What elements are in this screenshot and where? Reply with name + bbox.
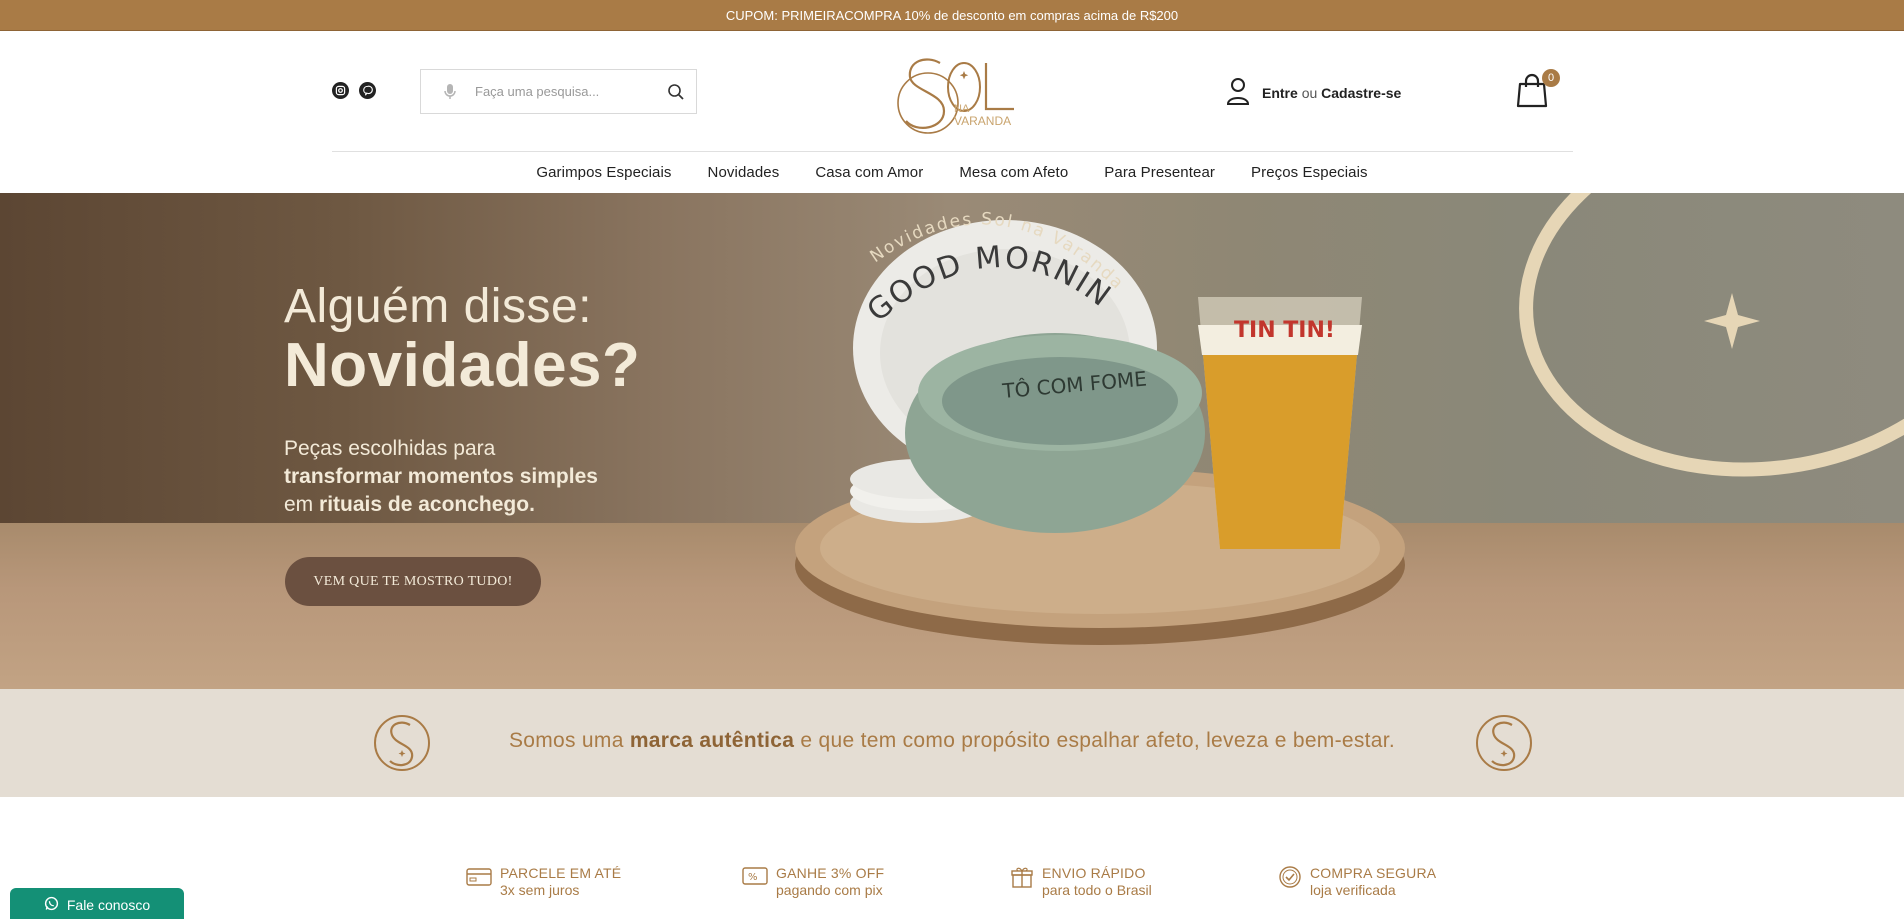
- nav-item-garimpos-especiais[interactable]: Garimpos Especiais: [536, 164, 671, 181]
- discount-icon: %: [742, 865, 768, 892]
- instagram-icon[interactable]: [332, 82, 349, 99]
- brand-message-bar: Somos uma marca autêntica e que tem como…: [0, 689, 1904, 797]
- benefit-sub: 3x sem juros: [500, 882, 580, 898]
- benefit-title: GANHE 3% OFF: [776, 865, 885, 881]
- shopping-bag-icon: [1516, 73, 1548, 112]
- whatsapp-label: Fale conosco: [66, 897, 151, 913]
- signup-link[interactable]: Cadastre-se: [1321, 85, 1401, 101]
- gift-icon: [1010, 865, 1034, 894]
- logo[interactable]: NA VARANDA: [886, 49, 1022, 135]
- pinterest-icon[interactable]: [359, 82, 376, 99]
- hero-sub-c-pre: em: [284, 493, 314, 516]
- account-or: ou: [1301, 84, 1318, 101]
- benefits-strip: PARCELE EM ATÉ 3x sem juros % GANHE 3% O…: [0, 865, 1904, 905]
- hero-sub-c-bold: rituais de aconchego.: [319, 493, 535, 516]
- coupon-bar: CUPOM: PRIMEIRACOMPRA 10% de desconto em…: [0, 0, 1904, 31]
- hero-sub-b: transformar momentos simples: [284, 465, 598, 488]
- account-link[interactable]: Entre ou Cadastre-se: [1226, 77, 1401, 108]
- shield-check-icon: [1278, 865, 1302, 894]
- benefit-sub: para todo o Brasil: [1042, 882, 1152, 898]
- nav-item-precos-especiais[interactable]: Preços Especiais: [1251, 164, 1368, 181]
- hero-cta-button[interactable]: VEM QUE TE MOSTRO TUDO!: [285, 557, 541, 606]
- benefit-secure: COMPRA SEGURA loja verificada: [1278, 865, 1436, 898]
- search-icon[interactable]: [656, 83, 696, 101]
- main-nav: Garimpos Especiais Novidades Casa com Am…: [0, 152, 1904, 192]
- hero-banner[interactable]: Novidades Sol na Varanda GOOD MORNING TÔ…: [0, 193, 1904, 689]
- header: NA VARANDA Entre ou Cadastre-se 0: [0, 31, 1904, 151]
- user-icon: [1226, 77, 1250, 108]
- nav-item-casa-com-amor[interactable]: Casa com Amor: [815, 164, 923, 181]
- hero-subtitle: Peças escolhidas para transformar moment…: [284, 435, 598, 519]
- benefit-title: ENVIO RÁPIDO: [1042, 865, 1146, 881]
- brand-message-post: e que tem como propósito espalhar afeto,…: [800, 729, 1396, 752]
- search-box: [420, 69, 697, 114]
- login-link[interactable]: Entre: [1262, 85, 1298, 101]
- whatsapp-icon: [44, 896, 59, 914]
- social-links: [332, 82, 376, 99]
- nav-item-mesa-com-afeto[interactable]: Mesa com Afeto: [959, 164, 1068, 181]
- glass-text: TIN TIN!: [1234, 318, 1335, 343]
- microphone-icon[interactable]: [435, 83, 465, 101]
- nav-item-novidades[interactable]: Novidades: [708, 164, 780, 181]
- svg-text:VARANDA: VARANDA: [954, 114, 1011, 128]
- hero-headline: Alguém disse: Novidades?: [284, 279, 640, 401]
- benefit-title: COMPRA SEGURA: [1310, 865, 1437, 881]
- nav-item-para-presentear[interactable]: Para Presentear: [1104, 164, 1215, 181]
- hero-sub-a: Peças escolhidas para: [284, 437, 496, 460]
- whatsapp-contact-button[interactable]: Fale conosco: [10, 888, 184, 919]
- search-input[interactable]: [465, 84, 656, 99]
- card-icon: [466, 865, 492, 892]
- benefit-title: PARCELE EM ATÉ: [500, 865, 622, 881]
- brand-message-bold: marca autêntica: [629, 729, 795, 752]
- hero-line-2: Novidades?: [284, 331, 641, 400]
- cart-count-badge: 0: [1542, 69, 1560, 87]
- cart-button[interactable]: 0: [1516, 69, 1560, 112]
- brand-message-pre: Somos uma: [508, 729, 624, 752]
- benefit-sub: pagando com pix: [776, 882, 883, 898]
- hero-line-1: Alguém disse:: [284, 280, 592, 333]
- coupon-text: CUPOM: PRIMEIRACOMPRA 10% de desconto em…: [725, 7, 1179, 23]
- benefit-pix: % GANHE 3% OFF pagando com pix: [742, 865, 884, 898]
- brand-message: Somos uma marca autêntica e que tem como…: [0, 729, 1904, 753]
- benefit-sub: loja verificada: [1310, 882, 1396, 898]
- brand-seal-right-icon: [1476, 715, 1532, 771]
- benefit-shipping: ENVIO RÁPIDO para todo o Brasil: [1010, 865, 1152, 898]
- benefit-installments: PARCELE EM ATÉ 3x sem juros: [466, 865, 621, 898]
- svg-text:%: %: [748, 872, 758, 883]
